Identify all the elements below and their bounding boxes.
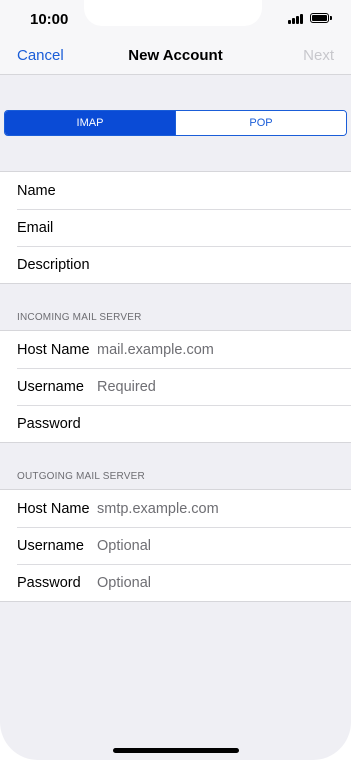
outgoing-username-field[interactable]: Username Optional <box>0 527 351 564</box>
status-bar: 10:00 <box>0 0 351 38</box>
name-field[interactable]: Name <box>0 172 351 209</box>
status-time: 10:00 <box>30 11 69 28</box>
email-label: Email <box>17 219 54 236</box>
outgoing-username-label: Username <box>17 537 84 554</box>
incoming-section-header: INCOMING MAIL SERVER <box>17 312 142 323</box>
signal-icon <box>288 14 306 24</box>
incoming-group: Host Name mail.example.com Username Requ… <box>0 330 351 443</box>
account-group: Name Email Description <box>0 171 351 284</box>
protocol-segmented-control: IMAP POP <box>4 110 347 136</box>
segment-imap[interactable]: IMAP <box>5 111 175 135</box>
incoming-password-label: Password <box>17 415 81 432</box>
outgoing-section-header: OUTGOING MAIL SERVER <box>17 471 145 482</box>
name-label: Name <box>17 182 56 199</box>
incoming-password-field[interactable]: Password <box>0 405 351 442</box>
outgoing-host-value: smtp.example.com <box>97 500 219 517</box>
next-button[interactable]: Next <box>303 47 334 64</box>
incoming-host-value: mail.example.com <box>97 341 214 358</box>
incoming-username-placeholder: Required <box>97 378 156 395</box>
battery-tip <box>330 16 332 20</box>
incoming-host-label: Host Name <box>17 341 90 358</box>
page-title: New Account <box>128 47 223 64</box>
nav-bar: Cancel New Account Next <box>0 38 351 75</box>
outgoing-password-placeholder: Optional <box>97 574 152 591</box>
outgoing-host-field[interactable]: Host Name smtp.example.com <box>0 490 351 527</box>
phone-screen: 10:00 Cancel New Account Next IMAP POP N… <box>0 0 351 760</box>
notch <box>84 0 262 26</box>
incoming-host-field[interactable]: Host Name mail.example.com <box>0 331 351 368</box>
outgoing-username-placeholder: Optional <box>97 537 152 554</box>
description-field[interactable]: Description <box>0 246 351 283</box>
outgoing-group: Host Name smtp.example.com Username Opti… <box>0 489 351 602</box>
outgoing-host-label: Host Name <box>17 500 90 517</box>
outgoing-password-label: Password <box>17 574 81 591</box>
incoming-username-field[interactable]: Username Required <box>0 368 351 405</box>
battery-icon <box>310 13 329 23</box>
email-field[interactable]: Email <box>0 209 351 246</box>
segment-pop[interactable]: POP <box>175 111 346 135</box>
description-label: Description <box>17 256 90 273</box>
incoming-username-label: Username <box>17 378 84 395</box>
outgoing-password-field[interactable]: Password Optional <box>0 564 351 601</box>
home-indicator[interactable] <box>113 748 239 753</box>
